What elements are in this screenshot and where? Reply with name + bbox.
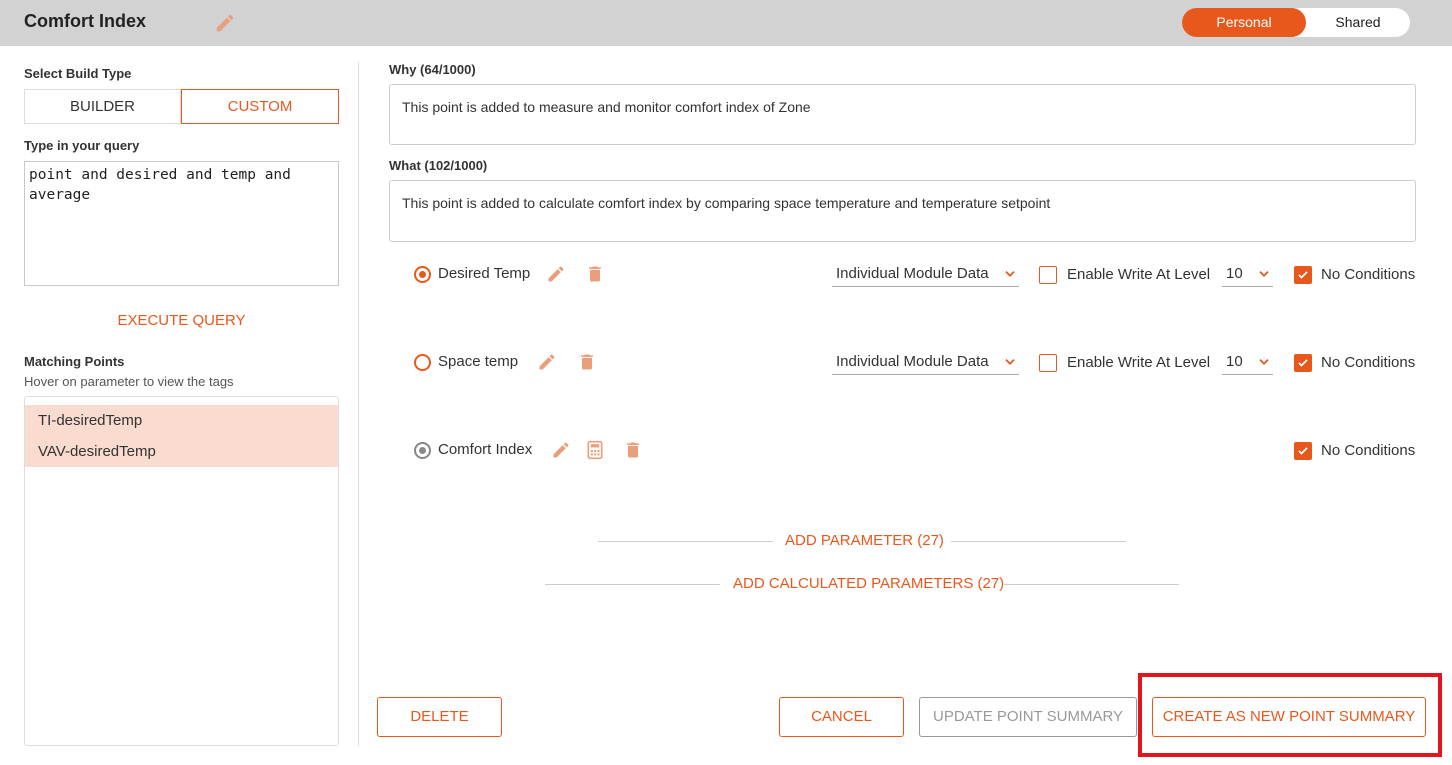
matching-points-label: Matching Points (24, 354, 125, 369)
toggle-shared[interactable]: Shared (1306, 8, 1410, 37)
check-icon (1298, 271, 1308, 279)
delete-button[interactable]: DELETE (377, 697, 502, 737)
add-calculated-parameters-link[interactable]: ADD CALCULATED PARAMETERS (27) (733, 575, 1004, 592)
query-label: Type in your query (24, 138, 140, 153)
custom-button[interactable]: CUSTOM (181, 89, 339, 124)
chevron-down-icon (1005, 271, 1015, 277)
param-name-desired-temp: Desired Temp (438, 265, 531, 282)
builder-button[interactable]: BUILDER (24, 89, 181, 124)
level-select[interactable]: 10 (1222, 263, 1273, 287)
page-title: Comfort Index (24, 11, 147, 31)
no-conditions-checkbox[interactable] (1294, 442, 1312, 460)
param-radio-space-temp[interactable] (414, 354, 431, 371)
pencil-icon[interactable] (546, 264, 566, 284)
header-bar: Comfort Index Personal Shared (0, 0, 1452, 46)
enable-write-label: Enable Write At Level (1067, 266, 1211, 283)
add-parameter-link[interactable]: ADD PARAMETER (27) (785, 532, 944, 549)
pencil-icon[interactable] (537, 352, 557, 372)
panel-divider (358, 62, 359, 746)
what-field[interactable]: This point is added to calculate comfort… (389, 180, 1416, 242)
chevron-down-icon (1259, 271, 1269, 277)
list-item[interactable]: TI-desiredTemp (25, 405, 338, 436)
divider-line (1004, 584, 1179, 585)
divider-line (951, 541, 1126, 542)
pencil-icon[interactable] (214, 12, 236, 34)
what-label: What (102/1000) (389, 158, 488, 173)
trash-icon[interactable] (577, 352, 597, 372)
trash-icon[interactable] (623, 440, 643, 460)
param-radio-desired-temp[interactable] (414, 266, 431, 283)
highlight-box (1138, 673, 1442, 757)
data-source-value: Individual Module Data (836, 353, 989, 370)
check-icon (1298, 359, 1308, 367)
pencil-icon[interactable] (551, 440, 571, 460)
why-label: Why (64/1000) (389, 62, 476, 77)
no-conditions-checkbox[interactable] (1294, 266, 1312, 284)
chevron-down-icon (1259, 359, 1269, 365)
level-select[interactable]: 10 (1222, 351, 1273, 375)
level-value: 10 (1226, 353, 1243, 370)
build-type-label: Select Build Type (24, 66, 132, 81)
list-item[interactable]: VAV-desiredTemp (25, 436, 338, 467)
matching-points-hint: Hover on parameter to view the tags (24, 374, 234, 389)
no-conditions-checkbox[interactable] (1294, 354, 1312, 372)
param-radio-comfort-index[interactable] (414, 442, 431, 459)
check-icon (1298, 447, 1308, 455)
visibility-toggle: Personal Shared (1182, 8, 1410, 37)
enable-write-label: Enable Write At Level (1067, 354, 1211, 371)
enable-write-checkbox[interactable] (1039, 266, 1057, 284)
calculator-icon[interactable] (585, 440, 605, 460)
data-source-select[interactable]: Individual Module Data (832, 351, 1019, 375)
query-textarea[interactable]: point and desired and temp and average (24, 161, 339, 286)
no-conditions-label: No Conditions (1321, 354, 1416, 371)
why-field[interactable]: This point is added to measure and monit… (389, 84, 1416, 145)
no-conditions-label: No Conditions (1321, 266, 1416, 283)
toggle-personal[interactable]: Personal (1182, 8, 1306, 37)
matching-points-list: TI-desiredTemp VAV-desiredTemp (24, 396, 339, 746)
param-name-space-temp: Space temp (438, 353, 519, 370)
data-source-value: Individual Module Data (836, 265, 989, 282)
divider-line (598, 541, 773, 542)
chevron-down-icon (1005, 359, 1015, 365)
enable-write-checkbox[interactable] (1039, 354, 1057, 372)
data-source-select[interactable]: Individual Module Data (832, 263, 1019, 287)
param-name-comfort-index: Comfort Index (438, 441, 533, 458)
update-point-summary-button[interactable]: UPDATE POINT SUMMARY (919, 697, 1137, 737)
divider-line (545, 584, 720, 585)
level-value: 10 (1226, 265, 1243, 282)
cancel-button[interactable]: CANCEL (779, 697, 904, 737)
trash-icon[interactable] (585, 264, 605, 284)
no-conditions-label: No Conditions (1321, 442, 1416, 459)
execute-query-button[interactable]: EXECUTE QUERY (24, 312, 339, 329)
